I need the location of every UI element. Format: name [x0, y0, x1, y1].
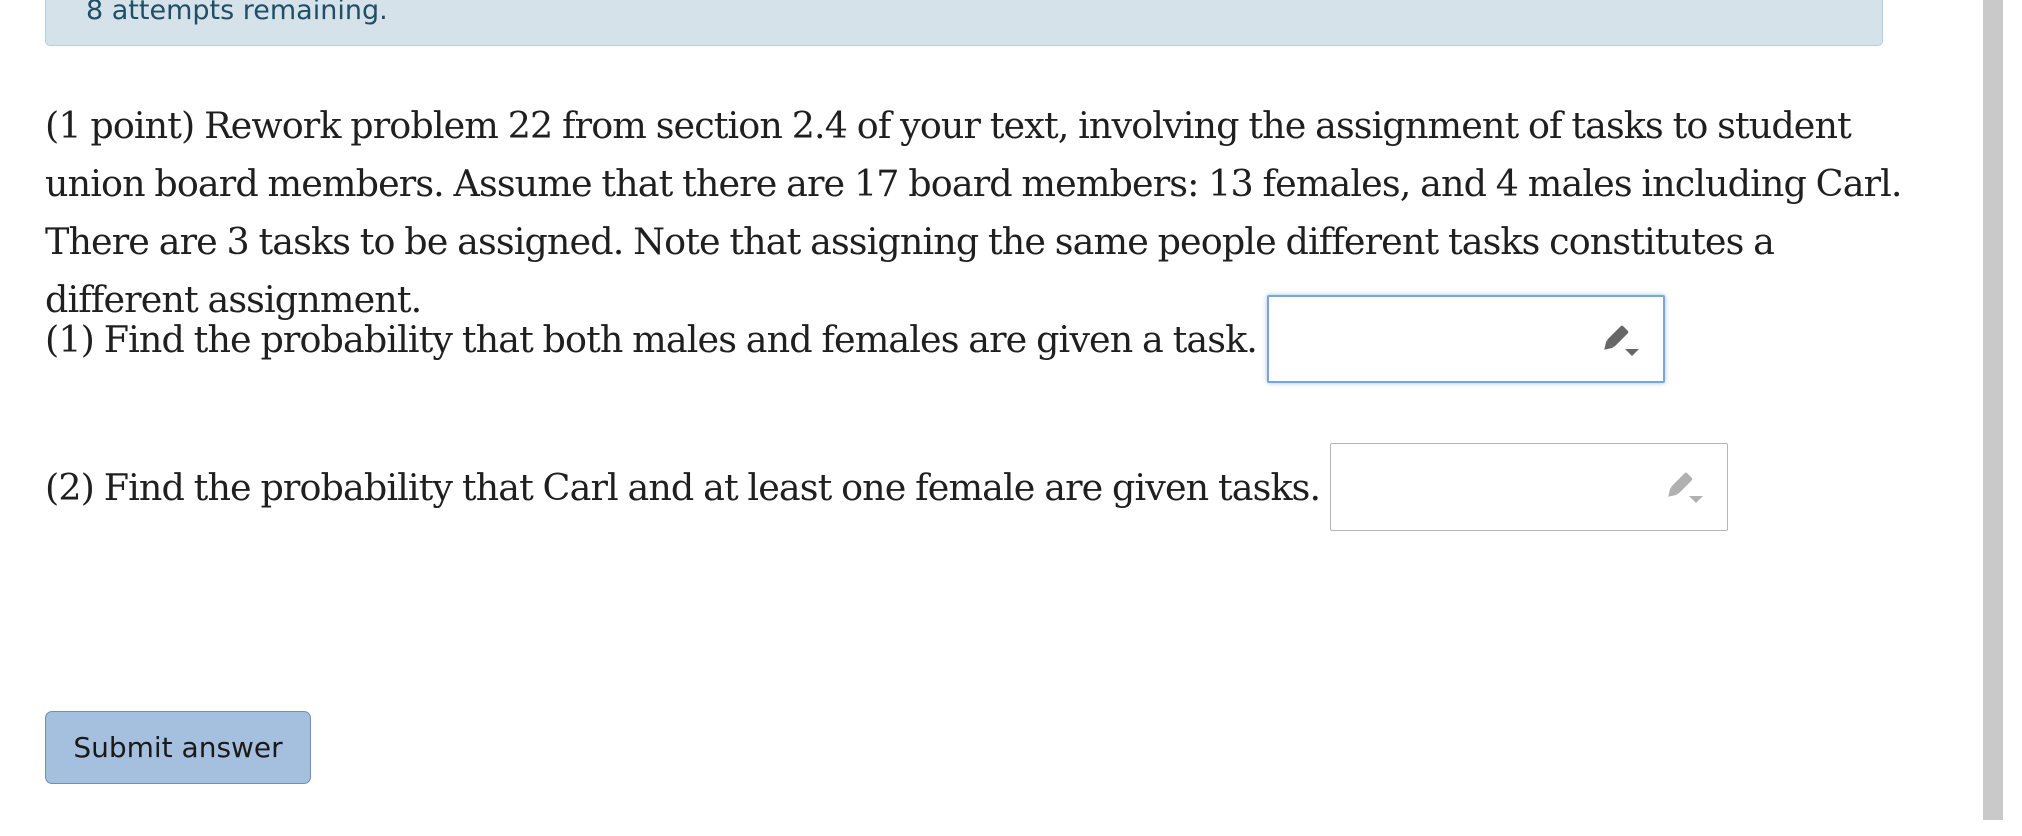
question-2: (2) Find the probability that Carl and a…: [45, 443, 1729, 531]
pencil-dropdown-icon[interactable]: [1601, 323, 1641, 359]
answer-2-input[interactable]: [1331, 444, 1652, 530]
answer-2-box: [1330, 443, 1729, 531]
question-1: (1) Find the probability that both males…: [45, 295, 1665, 383]
answer-1-input[interactable]: [1269, 297, 1589, 381]
question-1-text: (1) Find the probability that both males…: [45, 317, 1258, 361]
question-2-text: (2) Find the probability that Carl and a…: [45, 465, 1321, 509]
submit-answer-button[interactable]: Submit answer: [45, 711, 311, 784]
attempts-banner: 8 attempts remaining.: [45, 0, 1883, 46]
answer-1-box: [1267, 295, 1665, 383]
problem-page: 8 attempts remaining. (1 point) Rework p…: [0, 0, 2022, 836]
vertical-scrollbar[interactable]: [1983, 0, 2003, 820]
pencil-dropdown-icon[interactable]: [1665, 470, 1705, 506]
attempts-remaining-text: 8 attempts remaining.: [86, 0, 388, 26]
